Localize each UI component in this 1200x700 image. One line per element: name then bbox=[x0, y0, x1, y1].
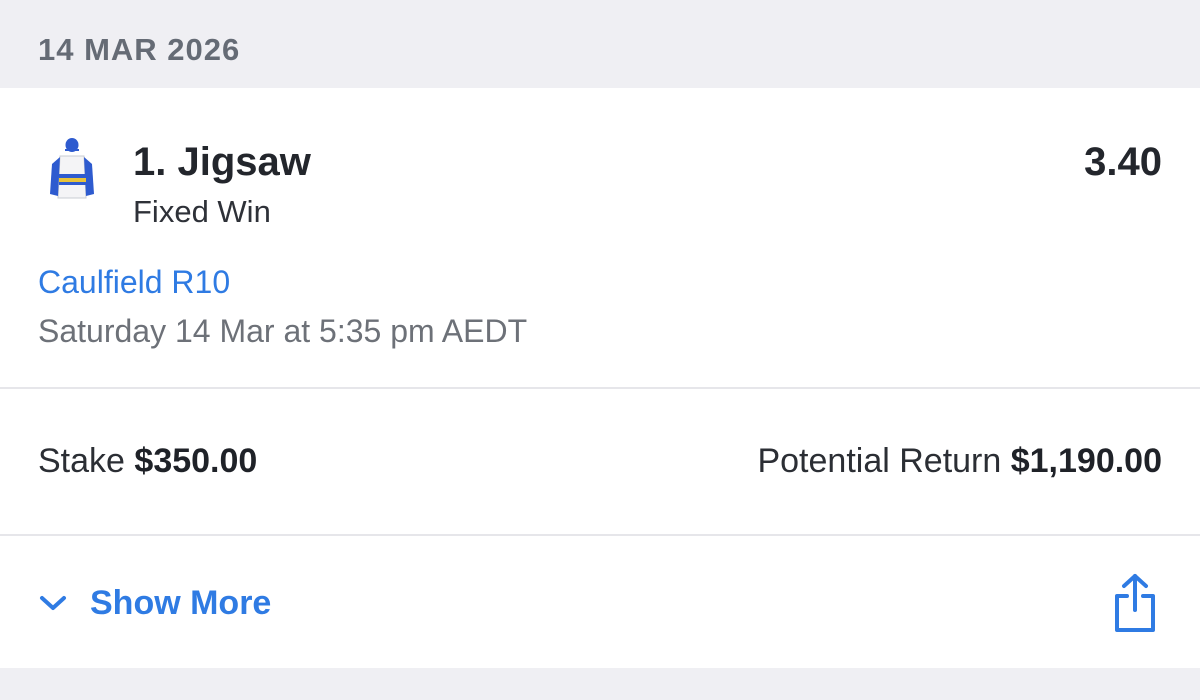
stake-row: Stake $350.00 bbox=[38, 442, 257, 481]
potential-return-label: Potential Return bbox=[757, 442, 1002, 480]
stake-label: Stake bbox=[38, 442, 125, 480]
date-section-header: 14 MAR 2026 bbox=[0, 0, 1200, 88]
jockey-silks-icon bbox=[50, 138, 94, 199]
race-link[interactable]: Caulfield R10 bbox=[38, 264, 230, 301]
race-time: Saturday 14 Mar at 5:35 pm AEDT bbox=[38, 313, 528, 349]
bet-type: Fixed Win bbox=[133, 194, 271, 229]
potential-return-amount: $1,190.00 bbox=[1010, 442, 1162, 480]
chevron-down-icon bbox=[40, 596, 66, 610]
divider bbox=[0, 534, 1200, 536]
divider bbox=[0, 387, 1200, 389]
odds-value: 3.40 bbox=[1084, 140, 1162, 184]
show-more-button[interactable]: Show More bbox=[38, 580, 271, 626]
stake-amount: $350.00 bbox=[134, 442, 258, 480]
show-more-label: Show More bbox=[90, 583, 272, 622]
runner-name: 1. Jigsaw bbox=[133, 140, 311, 184]
date-label: 14 MAR 2026 bbox=[38, 32, 241, 67]
bottom-section-gap bbox=[0, 668, 1200, 700]
share-icon[interactable] bbox=[1110, 572, 1160, 634]
potential-return-row: Potential Return $1,190.00 bbox=[757, 442, 1162, 481]
